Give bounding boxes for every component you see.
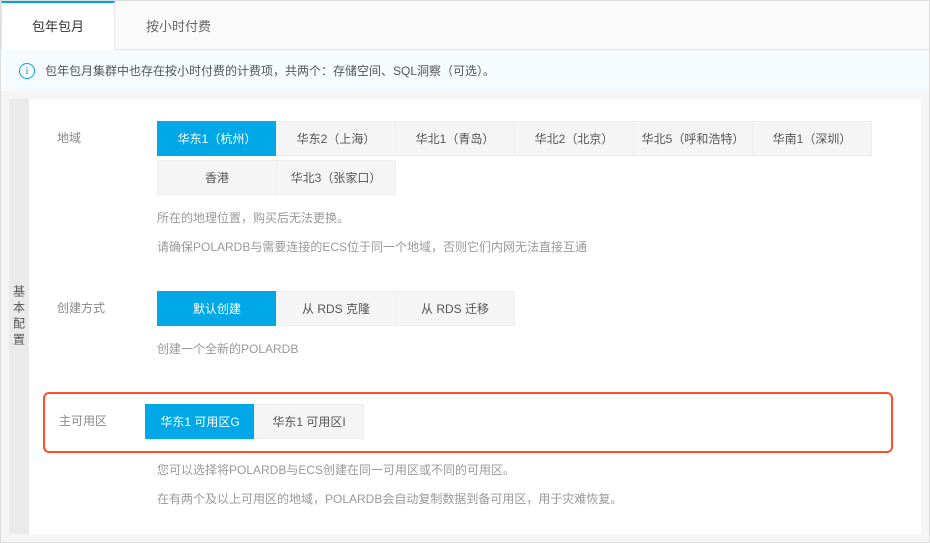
create-mode-options: 默认创建 从 RDS 克隆 从 RDS 迁移 [157, 291, 893, 330]
region-option-zhangjiakou[interactable]: 华北3（张家口） [276, 160, 396, 195]
section-side-label: 基本配置 [9, 99, 29, 534]
region-option-shenzhen[interactable]: 华南1（深圳） [752, 121, 872, 156]
zone-row: 主可用区 华东1 可用区G 华东1 可用区I [57, 404, 879, 443]
create-mode-migrate[interactable]: 从 RDS 迁移 [395, 291, 515, 326]
create-mode-row: 创建方式 默认创建 从 RDS 克隆 从 RDS 迁移 创建一个全新的POLAR… [57, 291, 893, 361]
region-option-huhehaote[interactable]: 华北5（呼和浩特） [633, 121, 753, 156]
create-mode-label: 创建方式 [57, 291, 157, 316]
info-banner-text: 包年包月集群中也存在按小时付费的计费项，共两个：存储空间、SQL洞察（可选）。 [45, 62, 495, 79]
region-row: 地域 华东1（杭州） 华东2（上海） 华北1（青岛） 华北2（北京） 华北5（呼… [57, 121, 893, 259]
zone-highlight-box: 主可用区 华东1 可用区G 华东1 可用区I [43, 392, 893, 453]
zone-hint-1: 您可以选择将POLARDB与ECS创建在同一可用区或不同的可用区。 [157, 459, 893, 482]
region-hint-2: 请确保POLARDB与需要连接的ECS位于同一个地域，否则它们内网无法直接互通 [157, 236, 893, 259]
create-mode-default[interactable]: 默认创建 [157, 291, 277, 326]
region-option-hongkong[interactable]: 香港 [157, 160, 277, 195]
zone-option-g[interactable]: 华东1 可用区G [145, 404, 255, 439]
region-options: 华东1（杭州） 华东2（上海） 华北1（青岛） 华北2（北京） 华北5（呼和浩特… [157, 121, 893, 199]
region-option-beijing[interactable]: 华北2（北京） [514, 121, 634, 156]
region-label: 地域 [57, 121, 157, 146]
create-mode-hint: 创建一个全新的POLARDB [157, 338, 893, 361]
zone-hint-2: 在有两个及以上可用区的地域，POLARDB会自动复制数据到备可用区，用于灾难恢复… [157, 488, 893, 511]
region-option-shanghai[interactable]: 华东2（上海） [276, 121, 396, 156]
main-area: 基本配置 地域 华东1（杭州） 华东2（上海） 华北1（青岛） 华北2（北京） … [1, 91, 929, 542]
zone-option-i[interactable]: 华东1 可用区I [254, 404, 364, 439]
tab-subscription[interactable]: 包年包月 [1, 1, 115, 50]
region-option-qingdao[interactable]: 华北1（青岛） [395, 121, 515, 156]
region-option-hangzhou[interactable]: 华东1（杭州） [157, 121, 277, 156]
create-mode-clone[interactable]: 从 RDS 克隆 [276, 291, 396, 326]
zone-label: 主可用区 [57, 404, 145, 429]
info-banner: i 包年包月集群中也存在按小时付费的计费项，共两个：存储空间、SQL洞察（可选）… [1, 50, 929, 91]
info-icon: i [19, 63, 35, 79]
region-hint-1: 所在的地理位置，购买后无法更换。 [157, 207, 893, 230]
tab-pay-as-you-go[interactable]: 按小时付费 [115, 1, 242, 49]
config-content: 地域 华东1（杭州） 华东2（上海） 华北1（青岛） 华北2（北京） 华北5（呼… [29, 99, 921, 534]
zone-options: 华东1 可用区G 华东1 可用区I [145, 404, 879, 443]
billing-tabs: 包年包月 按小时付费 [1, 1, 929, 50]
